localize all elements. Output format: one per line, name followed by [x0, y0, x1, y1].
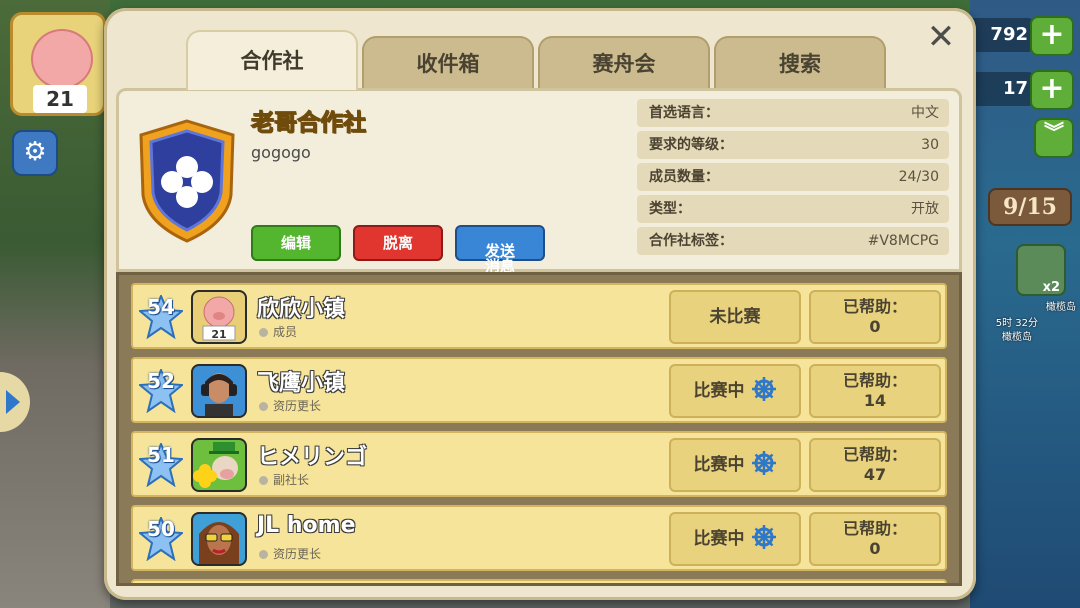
property-value: 30: [921, 137, 939, 153]
pig-icon: [31, 29, 93, 89]
member-name: JL home: [257, 513, 356, 538]
property-value: 24/30: [898, 169, 939, 185]
member-avatar-man: [191, 364, 247, 418]
member-level: 51: [147, 443, 175, 467]
send-message-button[interactable]: 发送 消息: [455, 225, 545, 274]
settings-gear-icon[interactable]: ⚙: [12, 130, 58, 176]
race-status: 比赛中: [669, 364, 801, 418]
player-avatar[interactable]: 21: [10, 12, 106, 116]
property-tag: 合作社标签： #V8MCPG: [637, 227, 949, 255]
member-name: 欣欣小镇: [257, 297, 346, 322]
member-row[interactable]: 51 ヒメリンゴ 副社长 比赛中 已帮助： 47: [131, 431, 947, 497]
helped-label: 已帮助：: [842, 445, 907, 464]
member-avatar-cow: [191, 438, 247, 492]
member-row-partial[interactable]: [131, 579, 947, 583]
edit-button[interactable]: 编辑: [251, 225, 341, 261]
helped-box: 已帮助： 14: [809, 364, 941, 418]
property-key: 合作社标签：: [649, 233, 733, 249]
tab-coop[interactable]: 合作社: [186, 30, 358, 90]
helped-value: 14: [863, 391, 887, 410]
property-key: 首选语言：: [649, 105, 719, 121]
ship-wheel-icon: [751, 525, 776, 549]
member-level: 54: [147, 295, 175, 319]
helped-box: 已帮助： 47: [809, 438, 941, 492]
property-key: 要求的等级：: [649, 137, 733, 153]
member-name: ヒメリンゴ: [257, 445, 368, 470]
helped-box: 已帮助： 0: [809, 290, 941, 344]
helped-value: 0: [869, 317, 881, 336]
property-key: 成员数量：: [649, 169, 719, 185]
member-row[interactable]: 50 JL home 资历更长 比赛中 已帮助： 0: [131, 505, 947, 571]
helped-label: 已帮助：: [842, 519, 907, 538]
club-properties: 首选语言： 中文 要求的等级： 30 成员数量： 24/30 类型： 开放 合作…: [637, 99, 949, 259]
race-status: 未比赛: [669, 290, 801, 344]
club-shield-icon: [139, 119, 235, 243]
level-star-icon: 51: [139, 443, 183, 487]
send-message-label: 发送 消息: [484, 242, 515, 275]
helped-value: 0: [869, 539, 881, 558]
member-level: 50: [147, 517, 175, 541]
member-list[interactable]: 54 21 欣欣小镇 成员 未比赛 已帮助： 0 52 飞鹰小镇 资历更长 比赛…: [116, 272, 962, 586]
map-label-2: 橄榄岛: [1046, 302, 1076, 313]
property-required-level: 要求的等级： 30: [637, 131, 949, 159]
level-star-icon: 52: [139, 369, 183, 413]
helped-value: 47: [863, 465, 887, 484]
race-status: 比赛中: [669, 512, 801, 566]
level-star-icon: 54: [139, 295, 183, 339]
property-value: #V8MCPG: [867, 233, 939, 249]
add-resource-button-top[interactable]: +: [1030, 16, 1074, 56]
property-language: 首选语言： 中文: [637, 99, 949, 127]
property-value: 中文: [911, 105, 939, 121]
member-row[interactable]: 52 飞鹰小镇 资历更长 比赛中 已帮助： 14: [131, 357, 947, 423]
member-name: 飞鹰小镇: [257, 371, 346, 396]
svg-text:21: 21: [211, 328, 226, 341]
calendar-icon: 21: [33, 85, 87, 113]
member-level: 52: [147, 369, 175, 393]
property-member-count: 成员数量： 24/30: [637, 163, 949, 191]
race-status-label: 比赛中: [693, 455, 745, 475]
member-role: 成员: [259, 323, 297, 340]
ship-wheel-icon: [751, 451, 776, 475]
close-icon[interactable]: ✕: [926, 20, 956, 54]
club-info-panel: 老哥合作社 gogogo 编辑 脱离 发送 消息 首选语言： 中文 要求的等级：…: [116, 88, 962, 274]
race-status-label: 比赛中: [693, 529, 745, 549]
member-avatar-woman: [191, 512, 247, 566]
club-name: 老哥合作社: [251, 110, 367, 137]
helped-label: 已帮助：: [842, 297, 907, 316]
expand-chevron-icon[interactable]: ︾: [1034, 118, 1074, 158]
helped-label: 已帮助：: [842, 371, 907, 390]
progress-counter: 9/15: [988, 188, 1072, 226]
ship-wheel-icon: [751, 377, 776, 401]
member-avatar-pig: 21: [191, 290, 247, 344]
helped-box: 已帮助： 0: [809, 512, 941, 566]
boost-x2-icon[interactable]: x2: [1016, 244, 1066, 296]
member-row[interactable]: 54 21 欣欣小镇 成员 未比赛 已帮助： 0: [131, 283, 947, 349]
property-key: 类型：: [649, 201, 691, 217]
leave-button[interactable]: 脱离: [353, 225, 443, 261]
tab-regatta[interactable]: 赛舟会: [538, 36, 710, 88]
club-description: gogogo: [251, 143, 311, 162]
tab-inbox[interactable]: 收件箱: [362, 36, 534, 88]
map-timer: 5时 32分: [995, 318, 1038, 329]
member-role: 资历更长: [259, 545, 321, 562]
race-status-label: 未比赛: [709, 307, 761, 327]
member-role: 副社长: [259, 471, 309, 488]
property-type: 类型： 开放: [637, 195, 949, 223]
map-label: 橄榄岛: [1002, 332, 1032, 343]
level-star-icon: 50: [139, 517, 183, 561]
coop-dialog: ✕ 合作社 收件箱 赛舟会 搜索 老哥合作社 gogogo 编辑 脱离 发送 消…: [104, 8, 976, 600]
property-value: 开放: [911, 201, 939, 217]
race-status: 比赛中: [669, 438, 801, 492]
member-role: 资历更长: [259, 397, 321, 414]
tab-search[interactable]: 搜索: [714, 36, 886, 88]
add-resource-button-mid[interactable]: +: [1030, 70, 1074, 110]
race-status-label: 比赛中: [693, 381, 745, 401]
